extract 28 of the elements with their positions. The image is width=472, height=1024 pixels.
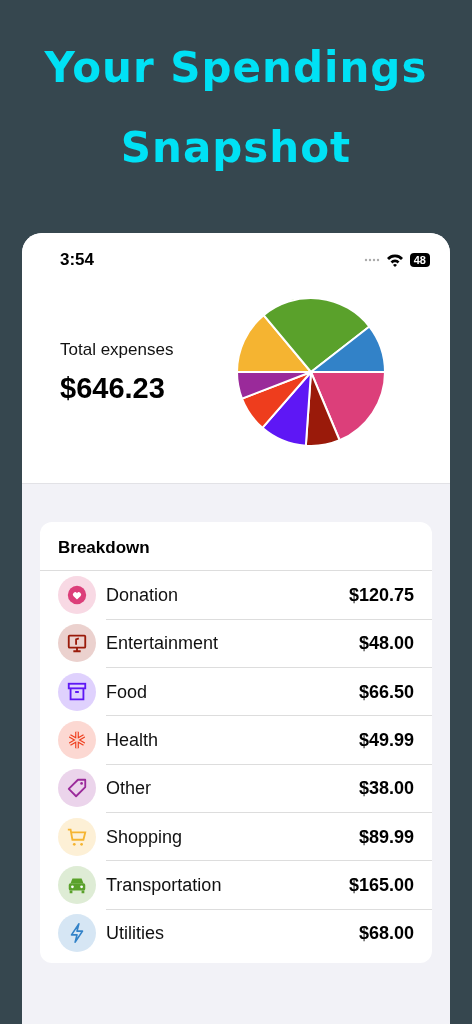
category-name: Health <box>106 730 160 752</box>
category-amount: $38.00 <box>358 778 414 800</box>
category-amount: $165.00 <box>348 874 414 896</box>
category-name: Food <box>106 681 149 703</box>
wifi-icon <box>385 253 404 267</box>
category-name: Entertainment <box>106 633 220 655</box>
category-amount: $66.50 <box>358 681 414 703</box>
total-amount: $646.23 <box>60 371 166 405</box>
box-icon <box>66 680 88 703</box>
monitor-icon <box>66 632 88 655</box>
status-time: 3:54 <box>60 250 96 270</box>
category-amount: $89.99 <box>358 826 414 848</box>
headline: Your Spendings <box>44 42 428 94</box>
category-name: Transportation <box>106 874 223 896</box>
category-amount: $120.75 <box>348 584 414 606</box>
battery-level: 48 <box>409 253 430 267</box>
category-amount: $68.00 <box>358 923 414 945</box>
tag-icon <box>66 777 88 800</box>
signal-icon <box>363 258 380 262</box>
category-amount: $48.00 <box>358 633 414 655</box>
category-name: Shopping <box>106 826 184 848</box>
category-amount: $49.99 <box>358 730 414 752</box>
total-label: Total expenses <box>60 339 175 360</box>
headline: Snapshot <box>120 122 352 174</box>
category-name: Donation <box>106 584 180 606</box>
category-name: Other <box>106 778 153 800</box>
section-title: Breakdown <box>40 522 432 571</box>
category-name: Utilities <box>106 923 165 945</box>
